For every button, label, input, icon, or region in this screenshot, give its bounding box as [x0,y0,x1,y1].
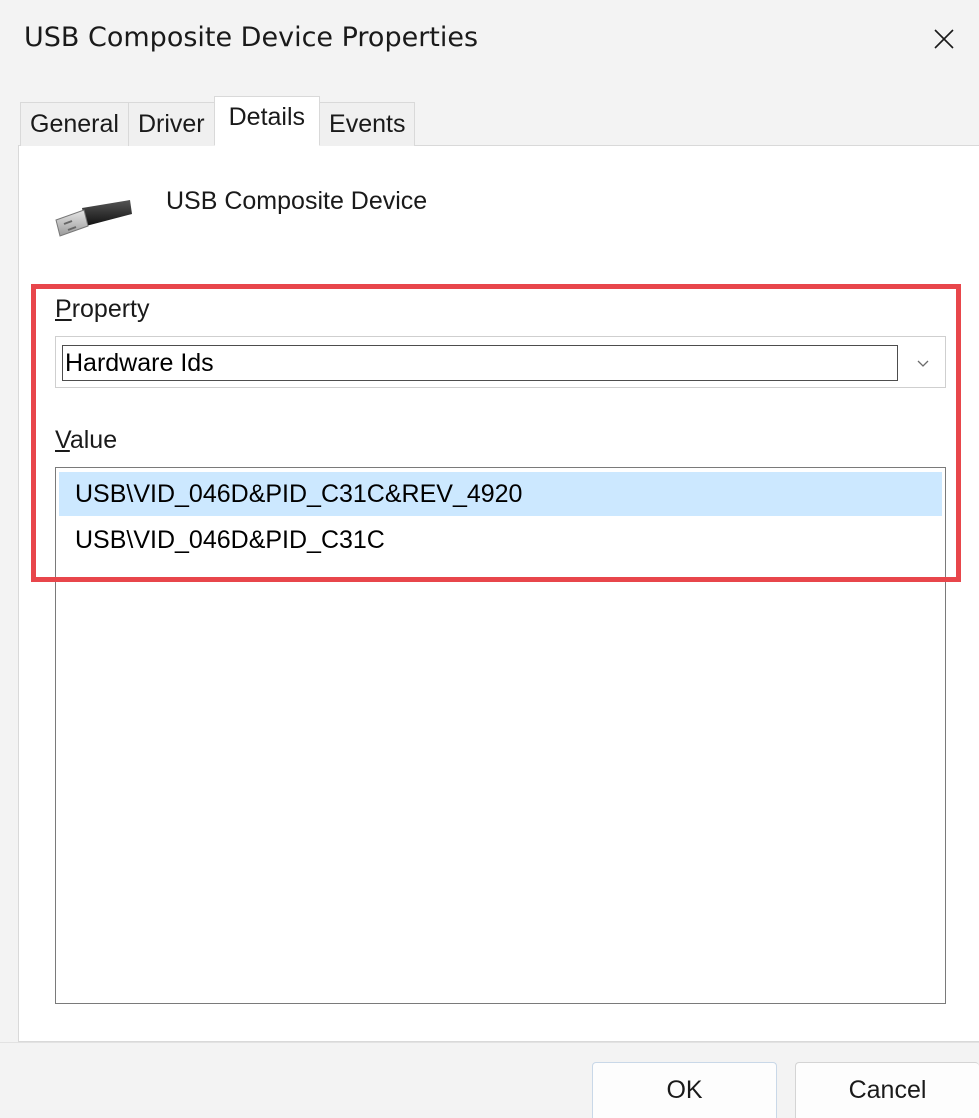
tab-details[interactable]: Details [213,96,321,146]
tab-label: Driver [137,110,205,138]
footer-divider [0,1042,979,1043]
list-item[interactable]: USB\VID_046D&PID_C31C&REV_4920 [59,472,942,516]
close-button[interactable] [909,0,979,78]
properties-dialog: USB Composite Device Properties General … [0,0,979,1118]
tab-label: Details [228,102,306,131]
tab-general[interactable]: General [20,102,129,146]
property-label-text: roperty [71,295,150,323]
list-item[interactable]: USB\VID_046D&PID_C31C [59,518,942,562]
tab-strip: General Driver Details Events [20,96,416,146]
device-name: USB Composite Device [166,187,428,215]
tab-label: General [30,110,119,138]
close-icon [934,29,954,49]
value-label-text: alue [69,426,118,454]
property-dropdown[interactable]: Hardware Ids [55,336,946,388]
value-label: Value [55,426,117,455]
value-label-accelerator: V [55,426,70,454]
window-title: USB Composite Device Properties [24,22,479,53]
cancel-button[interactable]: Cancel [795,1062,979,1118]
tab-label: Events [329,110,406,138]
ok-button[interactable]: OK [592,1062,777,1118]
title-bar: USB Composite Device Properties [0,0,979,80]
value-listbox[interactable]: USB\VID_046D&PID_C31C&REV_4920 USB\VID_0… [55,467,946,1004]
property-label: Property [55,295,150,324]
property-label-accelerator: P [55,295,72,323]
tab-events[interactable]: Events [319,102,416,146]
tab-driver[interactable]: Driver [127,102,215,146]
chevron-down-icon [917,360,929,367]
property-selected-value: Hardware Ids [62,345,898,381]
usb-connector-icon [55,200,132,237]
